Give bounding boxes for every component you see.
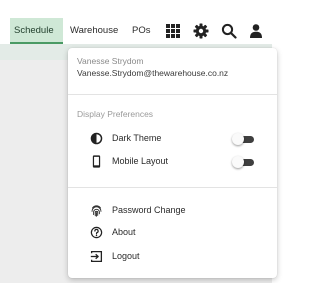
search-icon[interactable] [221, 23, 237, 39]
top-nav-bar: Schedule Warehouse POs [0, 18, 272, 44]
user-name: Vanesse Strydom [77, 56, 144, 66]
toggle-knob [232, 133, 244, 145]
contrast-icon [90, 132, 103, 145]
dark-theme-label: Dark Theme [112, 133, 162, 143]
mobile-layout-toggle[interactable] [232, 156, 254, 168]
tab-pos[interactable]: POs [128, 18, 156, 44]
user-menu: Vanesse Strydom Vanesse.Strydom@thewareh… [68, 48, 277, 278]
user-email: Vanesse.Strydom@thewarehouse.co.nz [77, 68, 229, 78]
divider [68, 187, 277, 188]
logout-item[interactable]: Logout [112, 251, 140, 261]
grid-icon[interactable] [165, 23, 181, 39]
about-item[interactable]: About [112, 227, 136, 237]
mobile-layout-label: Mobile Layout [112, 156, 169, 166]
phone-icon [90, 155, 103, 168]
display-preferences-heading: Display Preferences [77, 109, 154, 119]
gear-icon[interactable] [193, 23, 209, 39]
divider [68, 94, 277, 95]
fingerprint-icon[interactable] [90, 204, 103, 217]
dark-theme-toggle[interactable] [232, 133, 254, 145]
user-icon[interactable] [248, 23, 264, 39]
tab-schedule[interactable]: Schedule [10, 18, 63, 44]
help-icon[interactable] [90, 226, 103, 239]
password-change-item[interactable]: Password Change [112, 205, 186, 215]
toggle-knob [232, 156, 244, 168]
tab-warehouse[interactable]: Warehouse [66, 18, 124, 44]
logout-icon[interactable] [90, 250, 103, 263]
